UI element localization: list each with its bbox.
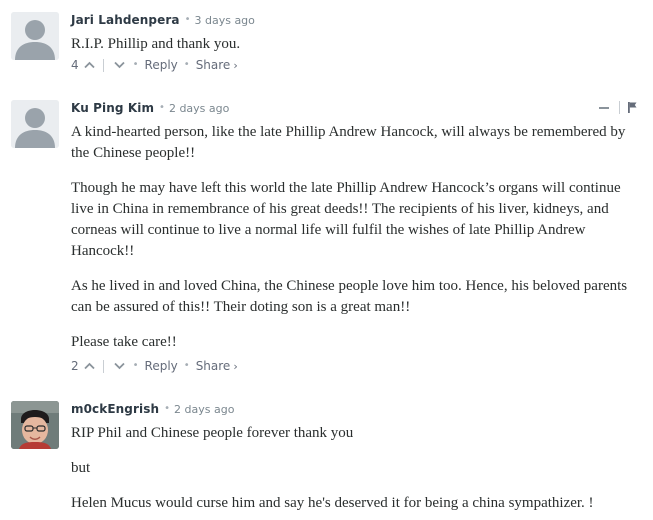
share-label: Share	[195, 58, 231, 72]
controls-divider	[619, 101, 620, 114]
comment-header: m0ckEngrish • 2 days ago	[71, 401, 234, 417]
vote-divider	[102, 359, 104, 373]
timestamp[interactable]: 3 days ago	[194, 14, 254, 27]
chevron-right-icon: ›	[233, 59, 238, 72]
downvote-button[interactable]	[113, 359, 127, 373]
avatar[interactable]	[11, 12, 59, 60]
comment: m0ckEngrish • 2 days ago RIP Phil and Ch…	[0, 390, 653, 520]
meta-separator: •	[164, 403, 171, 414]
action-separator: •	[132, 59, 139, 70]
share-label: Share	[195, 359, 231, 373]
comment: Ku Ping Kim • 2 days ago A kind-hearted …	[0, 90, 653, 390]
comment-footer: 2 • Reply • Share ›	[71, 358, 238, 374]
author-name[interactable]: Ku Ping Kim	[71, 101, 154, 115]
timestamp[interactable]: 2 days ago	[169, 102, 229, 115]
share-button[interactable]: Share ›	[196, 359, 238, 373]
chevron-up-icon	[84, 61, 95, 69]
user-photo-avatar	[11, 401, 59, 449]
chevron-up-icon	[84, 362, 95, 370]
reply-button[interactable]: Reply	[145, 359, 178, 373]
action-separator: •	[183, 360, 190, 371]
downvote-button[interactable]	[113, 58, 127, 72]
comment-thread: Jari Lahdenpera • 3 days ago R.I.P. Phil…	[0, 0, 653, 520]
comment-paragraph: Helen Mucus would curse him and say he's…	[71, 495, 594, 511]
avatar[interactable]	[11, 100, 59, 148]
comment-paragraph: A kind-hearted person, like the late Phi…	[71, 124, 626, 161]
chevron-right-icon: ›	[233, 360, 238, 373]
minus-icon	[599, 106, 609, 109]
comment-paragraph: RIP Phil and Chinese people forever than…	[71, 425, 354, 441]
comment-controls	[598, 101, 638, 114]
upvote-button[interactable]	[83, 58, 97, 72]
meta-separator: •	[184, 14, 191, 25]
author-name[interactable]: Jari Lahdenpera	[71, 13, 180, 27]
collapse-button[interactable]	[598, 102, 610, 114]
upvote-button[interactable]	[83, 359, 97, 373]
comment-paragraph: Please take care!!	[71, 334, 177, 350]
comment-body: R.I.P. Phillip and thank you.	[71, 34, 645, 55]
comment-body: A kind-hearted person, like the late Phi…	[71, 122, 645, 353]
vote-count: 2	[71, 359, 79, 373]
avatar[interactable]	[11, 401, 59, 449]
vote-divider	[102, 58, 104, 72]
comment-header: Ku Ping Kim • 2 days ago	[71, 100, 229, 116]
comment: Jari Lahdenpera • 3 days ago R.I.P. Phil…	[0, 0, 653, 90]
comment-body: RIP Phil and Chinese people forever than…	[71, 423, 651, 514]
author-name[interactable]: m0ckEngrish	[71, 402, 159, 416]
vote-count: 4	[71, 58, 79, 72]
comment-paragraph: R.I.P. Phillip and thank you.	[71, 36, 241, 52]
comment-paragraph: but	[71, 460, 91, 476]
flag-icon	[627, 102, 636, 113]
comment-paragraph: Though he may have left this world the l…	[71, 180, 621, 259]
default-avatar-icon	[11, 12, 59, 60]
comment-paragraph: As he lived in and loved China, the Chin…	[71, 278, 628, 315]
action-separator: •	[183, 59, 190, 70]
flag-button[interactable]	[626, 102, 638, 114]
comment-header: Jari Lahdenpera • 3 days ago	[71, 12, 255, 28]
chevron-down-icon	[114, 61, 125, 69]
share-button[interactable]: Share ›	[196, 58, 238, 72]
comment-footer: 4 • Reply • Share ›	[71, 57, 238, 73]
timestamp[interactable]: 2 days ago	[174, 403, 234, 416]
default-avatar-icon	[11, 100, 59, 148]
meta-separator: •	[159, 102, 165, 113]
reply-button[interactable]: Reply	[145, 58, 178, 72]
action-separator: •	[132, 360, 139, 371]
chevron-down-icon	[114, 362, 125, 370]
